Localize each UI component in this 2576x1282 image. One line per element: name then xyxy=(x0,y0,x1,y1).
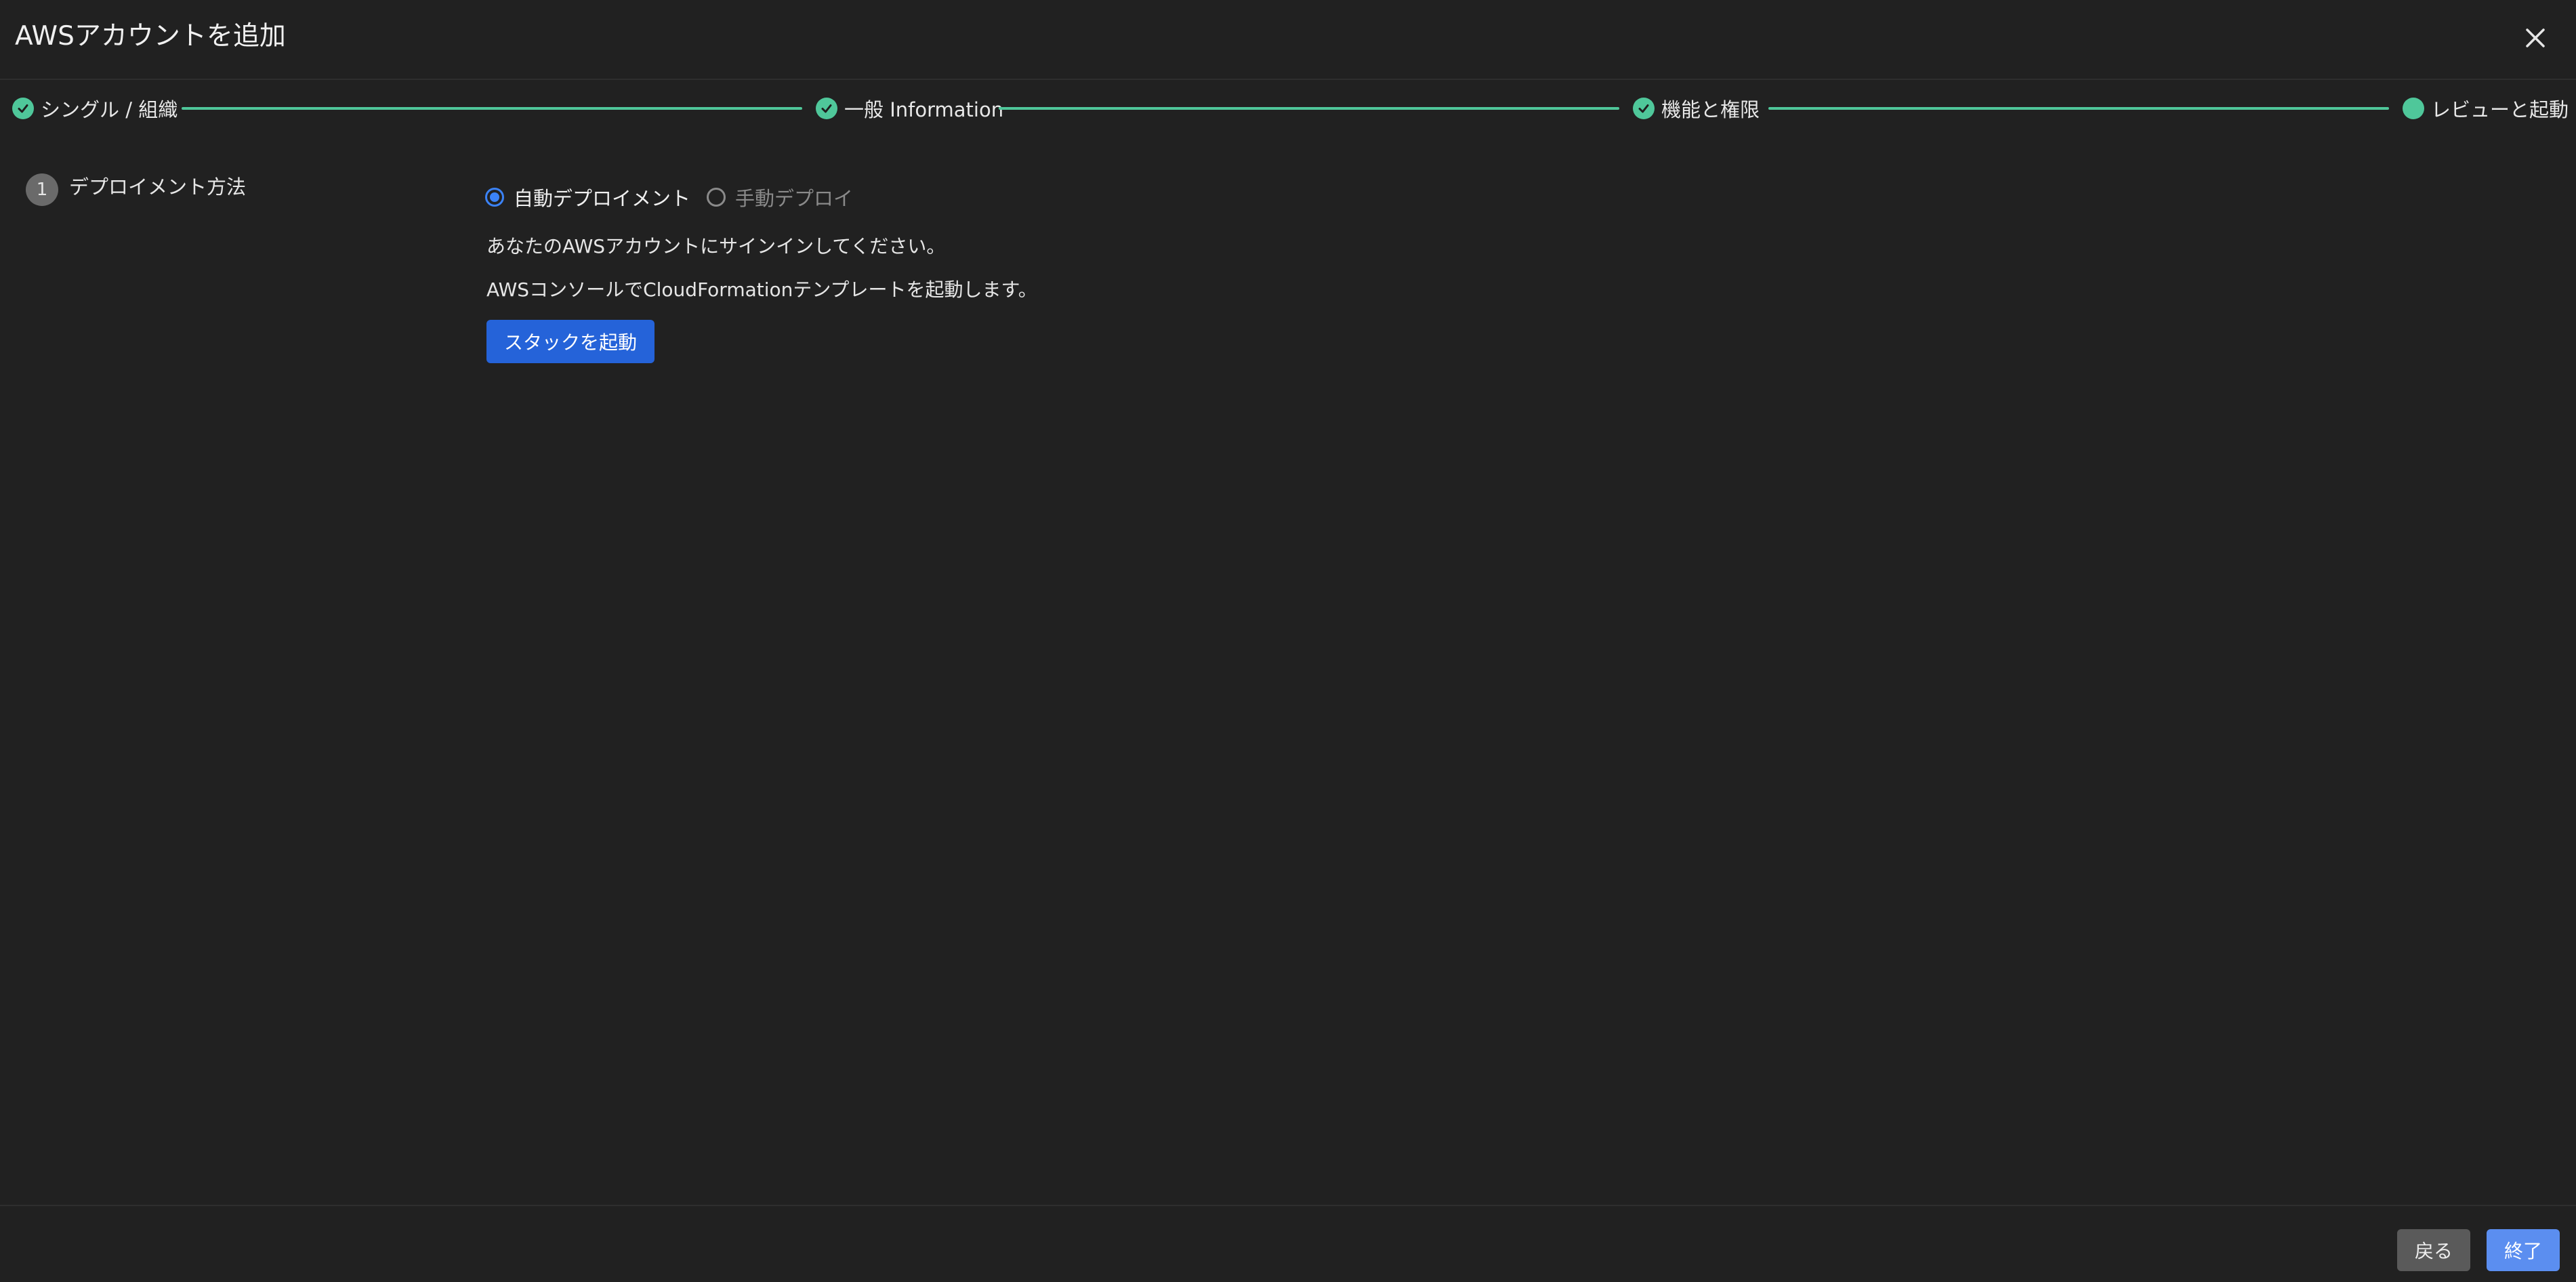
dialog-header: AWSアカウントを追加 xyxy=(0,0,2576,80)
check-circle-icon xyxy=(1633,98,1655,119)
deployment-method-radio-group: 自動デプロイメント 手動デプロイ xyxy=(485,180,869,214)
step-connector xyxy=(1768,107,2389,110)
dialog-title: AWSアカウントを追加 xyxy=(15,21,286,51)
step-connector xyxy=(999,107,1619,110)
current-step-dot-icon xyxy=(2403,98,2424,119)
step-label: レビューと起動 xyxy=(2431,98,2569,121)
check-circle-icon xyxy=(12,98,34,119)
radio-unchecked-icon[interactable] xyxy=(707,188,726,207)
back-button[interactable]: 戻る xyxy=(2397,1229,2470,1271)
step-label: 機能と権限 xyxy=(1661,98,1760,121)
step-label: シングル / 組織 xyxy=(41,98,178,121)
radio-checked-icon[interactable] xyxy=(485,188,504,207)
radio-auto-deployment[interactable]: 自動デプロイメント xyxy=(485,183,690,211)
launch-stack-button[interactable]: スタックを起動 xyxy=(486,320,655,363)
step-connector xyxy=(182,107,802,110)
section-number-badge: 1 xyxy=(26,173,58,206)
step-single-organization[interactable]: シングル / 組織 xyxy=(12,88,178,129)
step-review-launch[interactable]: レビューと起動 xyxy=(2403,88,2569,129)
progress-stepper: シングル / 組織 一般 Information 機能と権限 レビューと起動 xyxy=(0,88,2576,129)
radio-label: 自動デプロイメント xyxy=(514,187,691,210)
close-icon xyxy=(2526,28,2545,47)
radio-label: 手動デプロイ xyxy=(735,187,854,210)
step-general-information[interactable]: 一般 Information xyxy=(816,88,1003,129)
add-aws-account-dialog: AWSアカウントを追加 シングル / 組織 一般 Information 機能と… xyxy=(0,0,2576,1282)
step-label: 一般 Information xyxy=(844,98,1004,121)
signin-instruction: あなたのAWSアカウントにサインインしてください。 xyxy=(486,235,946,257)
finish-button[interactable]: 終了 xyxy=(2487,1229,2560,1271)
dialog-footer: 戻る 終了 xyxy=(0,1205,2576,1282)
step-features-permissions[interactable]: 機能と権限 xyxy=(1633,88,1760,129)
radio-manual-deployment[interactable]: 手動デプロイ xyxy=(707,183,853,211)
check-circle-icon xyxy=(816,98,837,119)
cloudformation-instruction: AWSコンソールでCloudFormationテンプレートを起動します。 xyxy=(486,278,1037,301)
section-title: デプロイメント方法 xyxy=(69,175,247,199)
close-button[interactable] xyxy=(2518,20,2553,56)
